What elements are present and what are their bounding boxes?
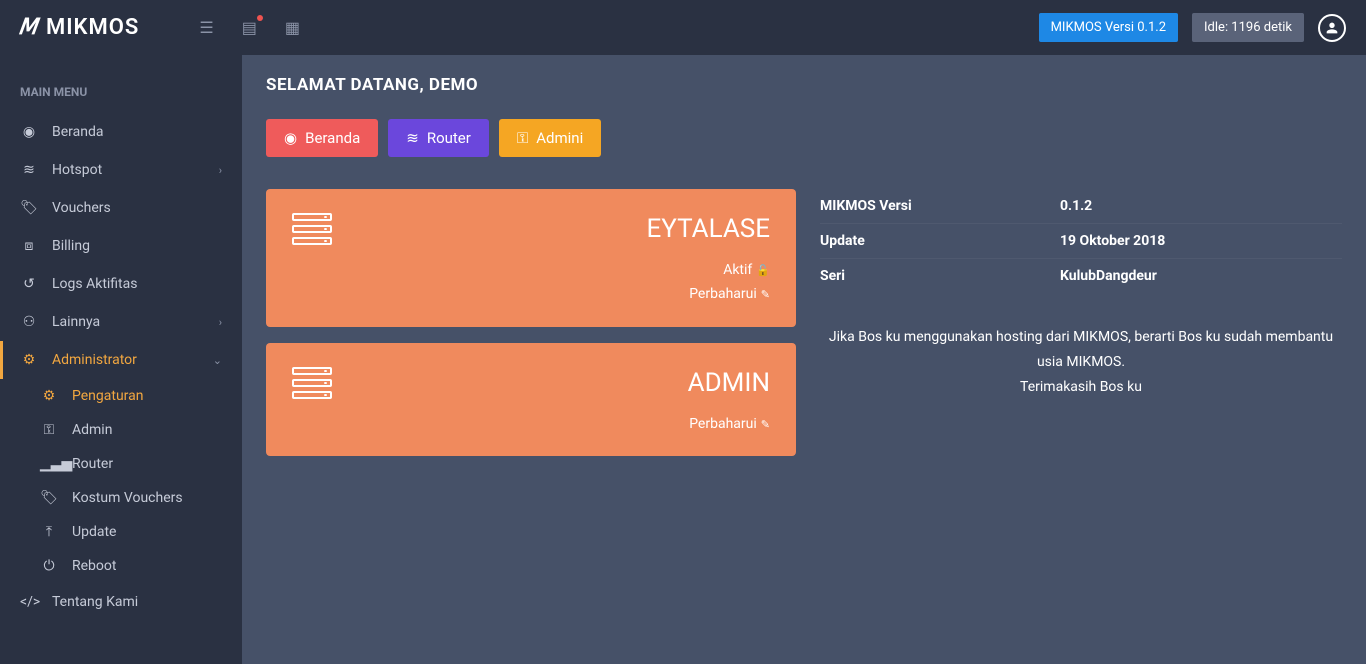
upload-icon: ⤒ <box>40 524 58 540</box>
sidebar-item-label: Billing <box>52 238 90 254</box>
sidebar-item-tentang[interactable]: </> Tentang Kami <box>0 583 242 621</box>
sidebar-item-label: Administrator <box>52 352 137 368</box>
sidebar-sub-update[interactable]: ⤒ Update <box>20 515 242 549</box>
sidebar-item-label: Logs Aktifitas <box>52 276 137 292</box>
grid-icon[interactable]: ▦ <box>285 18 300 37</box>
gear-icon: ⚙ <box>40 388 58 404</box>
notification-dot <box>257 15 263 21</box>
topbar: 𝘔 MIKMOS ☰ ▤ ▦ MIKMOS Versi 0.1.2 Idle: … <box>0 0 1366 55</box>
sidebar-sub-kostum-vouchers[interactable]: 🏷 Kostum Vouchers <box>20 481 242 515</box>
tag-icon: 🏷 <box>20 200 38 216</box>
sidebar-item-administrator[interactable]: ⚙ Administrator ⌄ <box>0 341 242 379</box>
chevron-right-icon: › <box>219 164 222 177</box>
code-icon: </> <box>20 594 38 610</box>
list-icon[interactable]: ☰ <box>199 18 213 37</box>
wifi-icon: ≋ <box>406 129 419 147</box>
main-content: SELAMAT DATANG, DEMO ◉ Beranda ≋ Router … <box>242 55 1366 664</box>
link-perbaharui[interactable]: Perbaharui <box>689 416 757 432</box>
status-aktif[interactable]: Aktif <box>723 262 752 278</box>
sidebar-sub-reboot[interactable]: ⏻ Reboot <box>20 549 242 583</box>
sidebar-submenu-administrator: ⚙ Pengaturan ⚿ Admin ▁▃▅ Router 🏷 Kostum… <box>0 379 242 583</box>
sidebar-sub-pengaturan[interactable]: ⚙ Pengaturan <box>20 379 242 413</box>
thanks-line1: Jika Bos ku menggunakan hosting dari MIK… <box>820 325 1342 375</box>
sidebar: MAIN MENU ◉ Beranda ≋ Hotspot › 🏷 Vouche… <box>0 55 242 664</box>
power-icon: ⏻ <box>40 558 58 574</box>
sidebar-header: MAIN MENU <box>0 75 242 113</box>
server-icon <box>292 367 332 399</box>
key-icon: ⚿ <box>40 422 58 438</box>
sidebar-item-label: Vouchers <box>52 200 111 216</box>
thanks-message: Jika Bos ku menggunakan hosting dari MIK… <box>820 325 1342 401</box>
sidebar-item-billing[interactable]: ⧈ Billing <box>0 227 242 265</box>
info-table: MIKMOS Versi 0.1.2 Update 19 Oktober 201… <box>820 189 1342 293</box>
sidebar-item-label: Kostum Vouchers <box>72 490 183 506</box>
money-icon: ⧈ <box>20 238 38 254</box>
card-eytalase[interactable]: EYTALASE Aktif 🔓 Perbaharui ✎ <box>266 189 796 327</box>
user-icon <box>1324 20 1340 36</box>
tab-beranda[interactable]: ◉ Beranda <box>266 119 378 157</box>
tab-label: Admini <box>536 129 583 147</box>
tab-router[interactable]: ≋ Router <box>388 119 489 157</box>
topbar-right: MIKMOS Versi 0.1.2 Idle: 1196 detik <box>1039 13 1346 42</box>
sidebar-item-label: Admin <box>72 422 112 438</box>
chevron-right-icon: › <box>219 316 222 329</box>
sidebar-item-label: Beranda <box>52 124 103 140</box>
user-avatar[interactable] <box>1318 14 1346 42</box>
edit-icon: ✎ <box>761 418 770 431</box>
sidebar-item-vouchers[interactable]: 🏷 Vouchers <box>0 189 242 227</box>
sidebar-item-label: Update <box>72 524 116 540</box>
info-value: KulubDangdeur <box>1060 268 1157 284</box>
info-label: Seri <box>820 268 1060 284</box>
sidebar-item-beranda[interactable]: ◉ Beranda <box>0 113 242 151</box>
idle-button[interactable]: Idle: 1196 detik <box>1192 13 1304 42</box>
wifi-icon: ≋ <box>20 162 38 178</box>
sidebar-item-label: Tentang Kami <box>52 594 138 610</box>
gears-icon: ⚙ <box>20 352 38 368</box>
version-button[interactable]: MIKMOS Versi 0.1.2 <box>1039 13 1178 42</box>
sidebar-item-hotspot[interactable]: ≋ Hotspot › <box>0 151 242 189</box>
chevron-down-icon: ⌄ <box>213 354 222 367</box>
sitemap-icon: ⚇ <box>20 314 38 330</box>
server-small-icon[interactable]: ▤ <box>242 18 257 37</box>
info-row-versi: MIKMOS Versi 0.1.2 <box>820 189 1342 223</box>
dashboard-icon: ◉ <box>284 129 297 147</box>
brand-name: MIKMOS <box>46 15 139 40</box>
info-row-update: Update 19 Oktober 2018 <box>820 223 1342 258</box>
key-icon: ⚿ <box>517 129 528 147</box>
card-title: EYTALASE <box>647 214 771 244</box>
unlock-icon: 🔓 <box>756 264 770 277</box>
info-value: 19 Oktober 2018 <box>1060 233 1165 249</box>
info-label: MIKMOS Versi <box>820 198 1060 214</box>
signal-icon: ▁▃▅ <box>40 456 58 472</box>
edit-icon: ✎ <box>761 288 770 301</box>
info-row-seri: Seri KulubDangdeur <box>820 258 1342 293</box>
tab-label: Router <box>427 129 471 147</box>
sidebar-item-label: Pengaturan <box>72 388 144 404</box>
server-icon <box>292 213 332 245</box>
link-perbaharui[interactable]: Perbaharui <box>689 286 757 302</box>
tabs: ◉ Beranda ≋ Router ⚿ Admini <box>266 119 1342 157</box>
sidebar-item-label: Router <box>72 456 113 472</box>
history-icon: ↺ <box>20 276 38 292</box>
sidebar-item-label: Hotspot <box>52 162 102 178</box>
sidebar-sub-admin[interactable]: ⚿ Admin <box>20 413 242 447</box>
sidebar-item-logs[interactable]: ↺ Logs Aktifitas <box>0 265 242 303</box>
sidebar-item-label: Lainnya <box>52 314 100 330</box>
tab-admini[interactable]: ⚿ Admini <box>499 119 601 157</box>
page-title: SELAMAT DATANG, DEMO <box>266 75 1342 95</box>
brand-logo-icon: 𝘔 <box>18 15 42 40</box>
dashboard-icon: ◉ <box>20 124 38 140</box>
sidebar-item-lainnya[interactable]: ⚇ Lainnya › <box>0 303 242 341</box>
info-label: Update <box>820 233 1060 249</box>
info-value: 0.1.2 <box>1060 198 1092 214</box>
topbar-icons: ☰ ▤ ▦ <box>199 18 300 37</box>
sidebar-sub-router[interactable]: ▁▃▅ Router <box>20 447 242 481</box>
sidebar-item-label: Reboot <box>72 558 116 574</box>
tags-icon: 🏷 <box>40 490 58 506</box>
thanks-line2: Terimakasih Bos ku <box>820 375 1342 400</box>
card-admin[interactable]: ADMIN Perbaharui ✎ <box>266 343 796 457</box>
brand-logo[interactable]: 𝘔 MIKMOS <box>20 15 139 40</box>
tab-label: Beranda <box>305 129 360 147</box>
card-title: ADMIN <box>688 368 770 398</box>
